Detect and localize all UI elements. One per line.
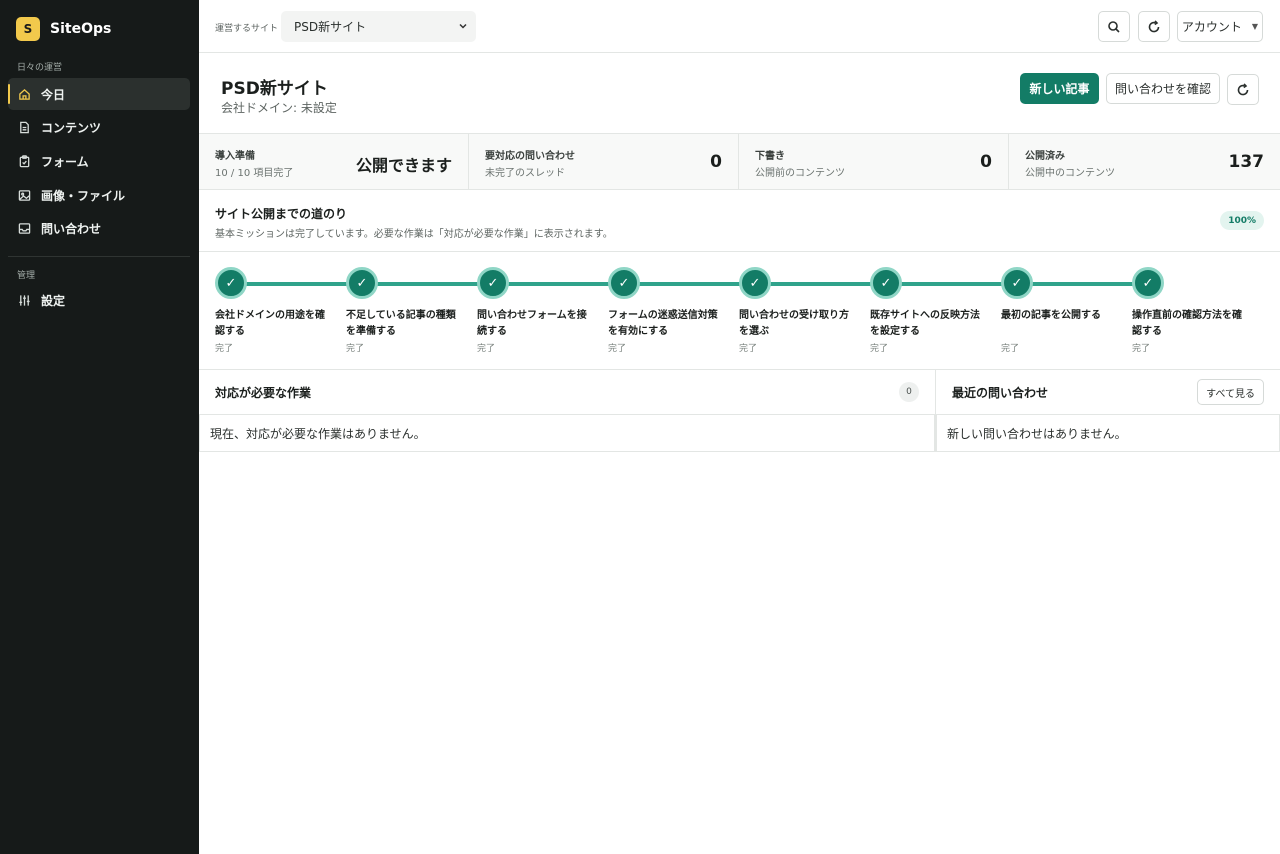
inbox-icon: [18, 222, 31, 235]
journey-subtitle: 基本ミッションは完了しています。必要な作業は「対応が必要な作業」に表示されます。: [215, 229, 613, 240]
tasks-panel: 対応が必要な作業 0 現在、対応が必要な作業はありません。: [199, 370, 936, 452]
tasks-title: 対応が必要な作業: [215, 386, 312, 400]
inquiries-empty-message: 新しい問い合わせはありません。: [936, 415, 1280, 452]
step-status: 完了: [215, 344, 234, 354]
stat-value: 137: [1228, 152, 1265, 172]
step-label: 問い合わせの受け取り方を選ぶ: [739, 310, 849, 337]
check-icon: ✓: [477, 267, 509, 299]
sidebar-item-label: フォーム: [41, 154, 89, 169]
step-label: 会社ドメインの用途を確認する: [215, 310, 325, 337]
stat-title: 導入準備: [215, 151, 255, 162]
stat-title: 下書き: [755, 151, 785, 162]
search-icon: [1108, 20, 1120, 33]
brand[interactable]: S SiteOps: [16, 17, 111, 41]
chevron-down-icon: [459, 23, 467, 29]
stat-subtitle: 公開前のコンテンツ: [755, 168, 845, 179]
tasks-panel-header: 対応が必要な作業 0: [199, 370, 935, 415]
sidebar-item-settings[interactable]: 設定: [8, 284, 190, 316]
journey-header: サイト公開までの道のり 基本ミッションは完了しています。必要な作業は「対応が必要…: [199, 190, 1280, 252]
home-icon: [18, 88, 31, 101]
step-label: フォームの迷惑送信対策を有効にする: [608, 310, 718, 337]
sidebar-item-label: 画像・ファイル: [41, 188, 126, 203]
sidebar-item-content[interactable]: コンテンツ: [8, 111, 190, 143]
nav-section-admin: 管理: [17, 271, 36, 281]
stat-title: 公開済み: [1025, 151, 1065, 162]
sidebar-item-forms[interactable]: フォーム: [8, 145, 190, 177]
sidebar-item-media[interactable]: 画像・ファイル: [8, 179, 190, 211]
step-label: 不足している記事の種類を準備する: [346, 310, 456, 337]
step-status: 完了: [1001, 344, 1020, 354]
site-select[interactable]: PSD新サイト: [281, 11, 476, 42]
stats-row: 導入準備 10 / 10 項目完了 公開できます 要対応の問い合わせ 未完了のス…: [199, 133, 1280, 190]
inquiries-title: 最近の問い合わせ: [952, 386, 1049, 400]
sidebar-divider: [8, 256, 190, 257]
journey-steps: ✓ 会社ドメインの用途を確認する完了 ✓ 不足している記事の種類を準備する完了 ✓ 問い合…: [199, 252, 1280, 370]
sidebar-item-inquiries[interactable]: 問い合わせ: [8, 212, 190, 244]
step-status: 完了: [346, 344, 365, 354]
check-icon: ✓: [608, 267, 640, 299]
tasks-count-badge: 0: [899, 382, 919, 402]
sidebar: S SiteOps 日々の運営 今日 コンテンツ フォーム 画像・ファイル 問い…: [0, 0, 199, 854]
view-all-button[interactable]: すべて見る: [1197, 379, 1264, 405]
stat-open-inquiries: 要対応の問い合わせ 未完了のスレッド 0: [469, 134, 739, 189]
site-select-value: PSD新サイト: [294, 20, 367, 34]
sidebar-item-label: 設定: [41, 293, 66, 308]
sidebar-item-label: 今日: [41, 87, 66, 102]
topbar: 運営するサイト PSD新サイト アカウント ▼: [199, 0, 1280, 53]
search-button[interactable]: [1098, 11, 1130, 42]
stat-value: 公開できます: [355, 156, 452, 175]
tasks-empty-message: 現在、対応が必要な作業はありません。: [199, 415, 935, 452]
sidebar-item-label: 問い合わせ: [41, 221, 102, 236]
site-label: 運営するサイト: [215, 24, 279, 34]
stat-subtitle: 未完了のスレッド: [485, 168, 565, 179]
sliders-icon: [18, 294, 31, 307]
step-status: 完了: [608, 344, 627, 354]
progress-badge: 100%: [1220, 211, 1264, 230]
image-icon: [18, 189, 31, 202]
stat-subtitle: 10 / 10 項目完了: [215, 168, 294, 179]
step-label: 既存サイトへの反映方法を設定する: [870, 310, 980, 337]
stat-drafts: 下書き 公開前のコンテンツ 0: [739, 134, 1009, 189]
clipboard-icon: [18, 154, 31, 168]
step-status: 完了: [1132, 344, 1151, 354]
stat-value: 0: [710, 152, 722, 172]
check-inquiries-button[interactable]: 問い合わせを確認: [1106, 73, 1220, 104]
page-subtitle: 会社ドメイン: 未設定: [221, 101, 337, 115]
check-icon: ✓: [215, 267, 247, 299]
inquiries-panel: 最近の問い合わせ すべて見る 新しい問い合わせはありません。: [936, 370, 1280, 452]
document-icon: [18, 121, 31, 134]
logo-icon: S: [16, 17, 40, 41]
stat-title: 要対応の問い合わせ: [485, 151, 575, 162]
stat-subtitle: 公開中のコンテンツ: [1025, 168, 1115, 179]
stat-published: 公開済み 公開中のコンテンツ 137: [1009, 134, 1280, 189]
check-icon: ✓: [1001, 267, 1033, 299]
app-name: SiteOps: [50, 21, 112, 37]
step-label: 操作直前の確認方法を確認する: [1132, 310, 1242, 337]
account-menu-button[interactable]: アカウント ▼: [1177, 11, 1263, 42]
stat-value: 0: [980, 152, 992, 172]
account-label: アカウント: [1181, 20, 1242, 34]
journey-title: サイト公開までの道のり: [215, 207, 348, 221]
caret-down-icon: ▼: [1251, 22, 1259, 31]
sidebar-item-label: コンテンツ: [41, 120, 102, 135]
step-status: 完了: [870, 344, 889, 354]
check-icon: ✓: [346, 267, 378, 299]
step-status: 完了: [477, 344, 496, 354]
step-status: 完了: [739, 344, 758, 354]
check-icon: ✓: [739, 267, 771, 299]
step-label: 最初の記事を公開する: [1001, 310, 1101, 321]
new-article-button[interactable]: 新しい記事: [1020, 73, 1099, 104]
refresh-icon: [1148, 19, 1160, 32]
nav-section-daily: 日々の運営: [17, 63, 63, 73]
check-icon: ✓: [1132, 267, 1164, 299]
sidebar-item-today[interactable]: 今日: [8, 78, 190, 110]
page-refresh-button[interactable]: [1227, 74, 1259, 105]
refresh-icon: [1237, 82, 1249, 95]
refresh-button[interactable]: [1138, 11, 1170, 42]
step-label: 問い合わせフォームを接続する: [477, 310, 587, 337]
stat-readiness: 導入準備 10 / 10 項目完了 公開できます: [199, 134, 469, 189]
inquiries-panel-header: 最近の問い合わせ すべて見る: [936, 370, 1280, 415]
check-icon: ✓: [870, 267, 902, 299]
page-title: PSD新サイト: [221, 79, 328, 99]
